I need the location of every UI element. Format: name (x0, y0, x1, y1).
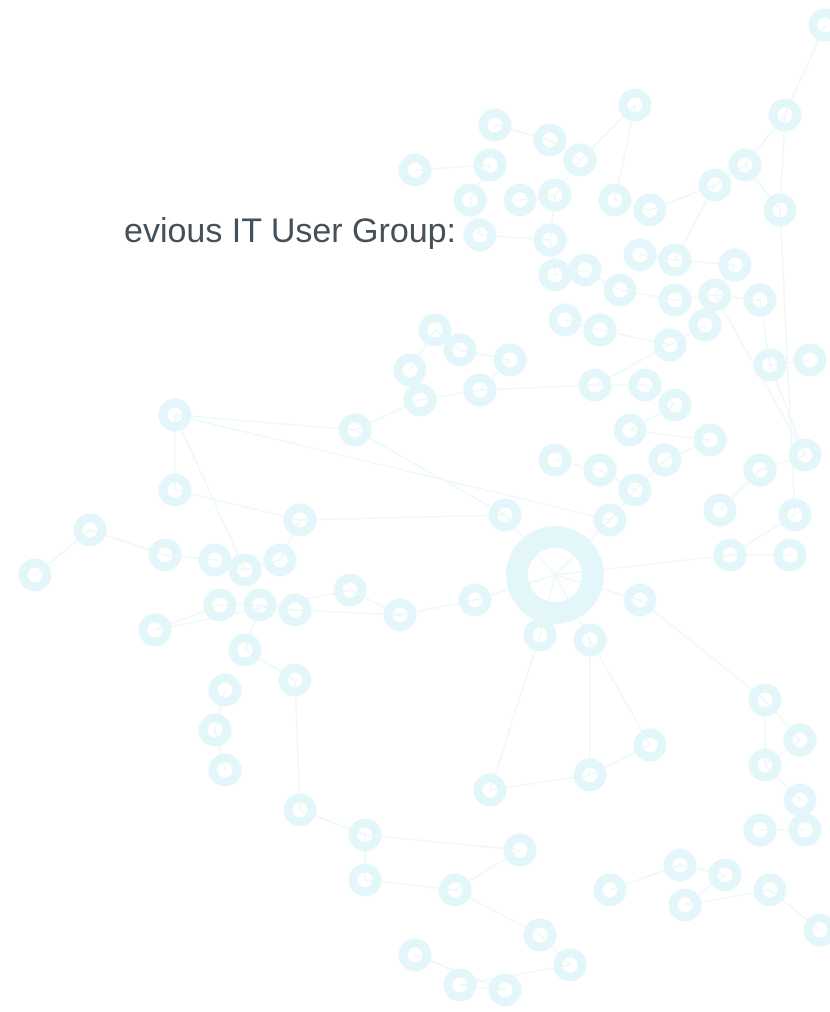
slide-heading-text: evious IT User Group: (124, 212, 456, 250)
network-edge (294, 679, 301, 811)
network-edge (519, 194, 556, 201)
network-edge (174, 489, 301, 521)
network-edge (354, 429, 506, 516)
network-edge (589, 639, 651, 746)
slide: evious IT User Group: (0, 0, 830, 1012)
network-node (808, 8, 830, 42)
network-edge (174, 414, 356, 431)
network-edge (769, 359, 811, 366)
network-nodes (18, 8, 830, 1007)
network-edge (489, 634, 541, 791)
network-edge (479, 384, 596, 391)
network-edge (364, 834, 521, 851)
slide-heading: evious IT User Group: (0, 206, 830, 266)
network-edge (639, 599, 766, 701)
network-edge (674, 294, 716, 301)
network-nodes-graphic (18, 8, 830, 1007)
network-edge (764, 764, 801, 801)
network-edge (299, 514, 506, 521)
